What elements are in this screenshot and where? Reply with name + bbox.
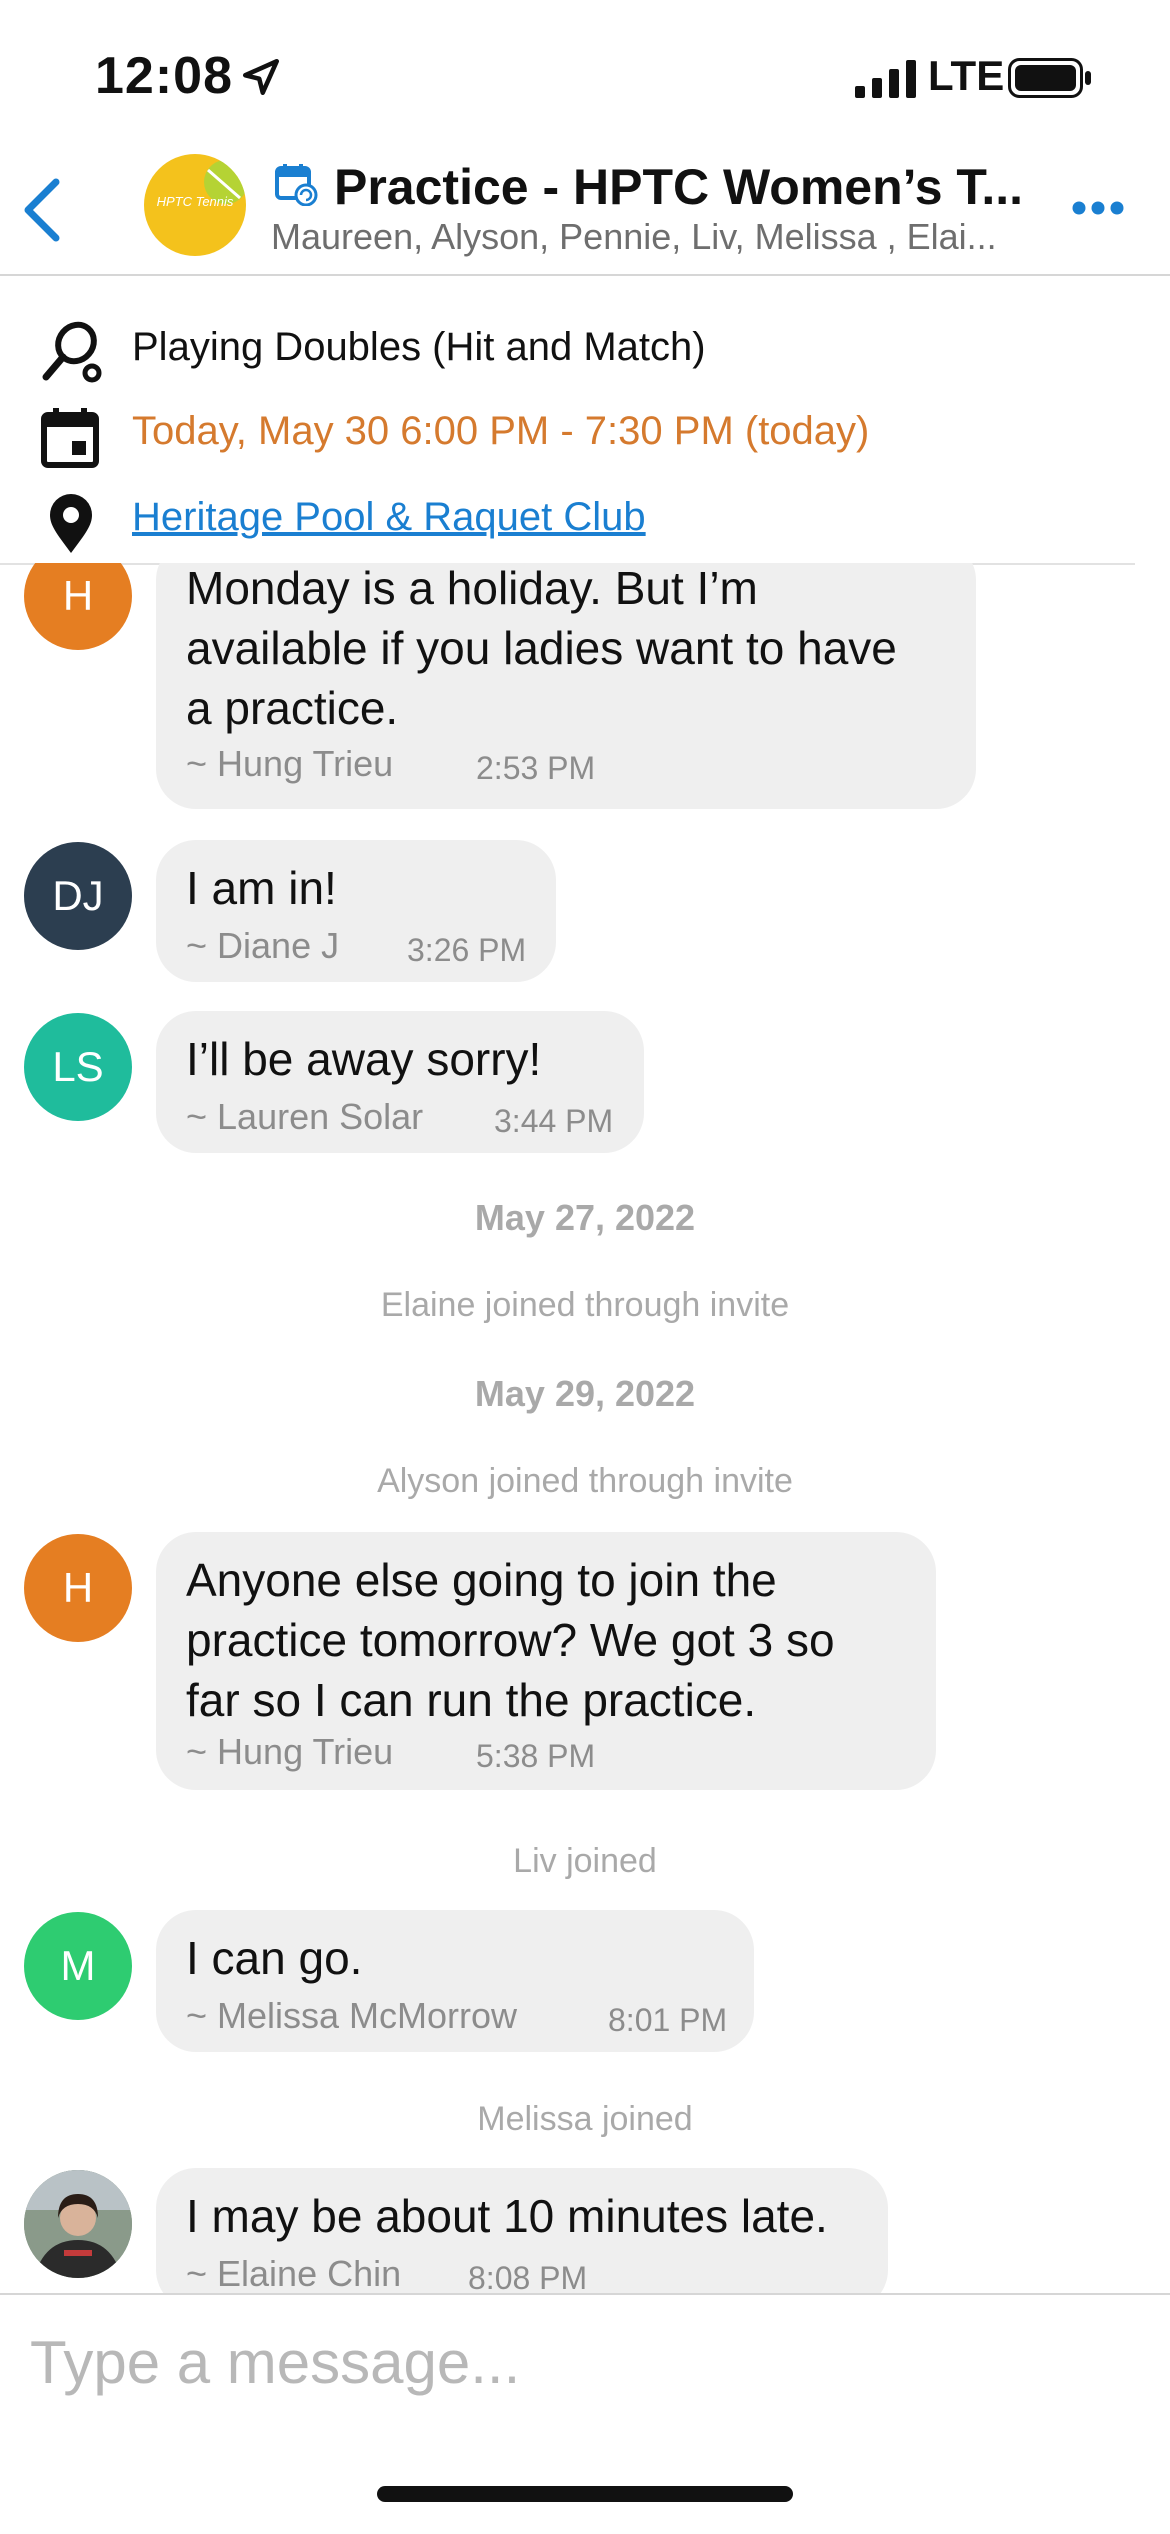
date-separator: May 27, 2022 [474,1197,696,1238]
system-message: Liv joined [513,1842,657,1880]
back-chevron-icon[interactable] [16,170,72,250]
chat-title[interactable]: Practice - HPTC Women’s T... [334,158,1023,216]
message-text: Anyone else going to join the practice t… [186,1550,835,1730]
message-line: I am in! [186,862,337,914]
message-line: Monday is a holiday. But I’m [186,563,758,614]
message-bubble[interactable]: I am in! ~ Diane J 3:26 PM [156,840,556,982]
status-bar: 12:08 LTE [0,0,1170,150]
avatar-initials: H [62,1564,94,1611]
message-line: far so I can run the practice. [186,1674,757,1726]
event-activity: Playing Doubles (Hit and Match) [132,325,706,369]
message-time: 8:01 PM [608,2002,728,2038]
message-text: I am in! [186,858,337,918]
message-sender: ~ Melissa McMorrow [186,1995,518,2036]
message-sender: ~ Diane J [186,925,340,966]
system-message: Alyson joined through invite [377,1462,793,1500]
date-separator: May 29, 2022 [474,1373,696,1414]
avatar-initials: M [60,1942,96,1989]
home-indicator[interactable] [377,2486,793,2502]
message-bubble[interactable]: Monday is a holiday. But I’m available i… [156,563,976,809]
message-time: 3:44 PM [494,1103,614,1139]
tennis-racket-icon [42,321,102,383]
event-activity-row: Playing Doubles (Hit and Match) [0,309,1135,389]
message-sender: ~ Lauren Solar [186,1096,424,1137]
message-line: I can go. [186,1932,363,1984]
message-list[interactable]: H Monday is a holiday. But I’m available… [0,563,1170,2293]
battery-icon [1008,58,1091,98]
cellular-signal-icon [855,60,916,98]
chat-members[interactable]: Maureen, Alyson, Pennie, Liv, Melissa , … [271,216,997,258]
message-input[interactable]: Type a message... [30,2323,1130,2403]
avatar-initials: DJ [52,872,104,919]
location-arrow-icon [242,58,280,96]
message-sender: ~ Elaine Chin [186,2253,402,2293]
avatar[interactable]: DJ [24,842,132,950]
avatar-initials: H [62,572,94,619]
event-info-panel: Playing Doubles (Hit and Match) Today, M… [0,276,1135,565]
message-line: I’ll be away sorry! [186,1033,542,1085]
group-avatar[interactable]: HPTC Tennis [144,154,246,256]
chat-header: HPTC Tennis Practice - HPTC Women’s T...… [0,140,1170,276]
group-avatar-label: HPTC Tennis [156,194,234,209]
message-line: available if you ladies want to have [186,622,897,674]
calendar-sync-icon [275,164,318,206]
avatar[interactable]: H [24,1534,132,1642]
avatar-initials: LS [52,1043,104,1090]
calendar-icon [41,408,99,468]
location-pin-icon [50,494,92,553]
avatar[interactable]: M [24,1912,132,2020]
message-line: I may be about 10 minutes late. [186,2190,828,2242]
message-bubble[interactable]: I can go. ~ Melissa McMorrow 8:01 PM [156,1910,754,2052]
message-time: 3:26 PM [407,932,527,968]
system-message: Elaine joined through invite [380,1286,790,1324]
avatar[interactable]: LS [24,1013,132,1121]
avatar[interactable]: H [24,563,132,650]
network-label: LTE [928,52,1005,99]
event-datetime: Today, May 30 6:00 PM - 7:30 PM (today) [132,409,870,453]
message-line: practice tomorrow? We got 3 so [186,1614,835,1666]
message-text: I’ll be away sorry! [186,1029,541,1089]
message-time: 8:08 PM [468,2260,588,2293]
message-bubble[interactable]: I’ll be away sorry! ~ Lauren Solar 3:44 … [156,1011,644,1153]
system-message: Melissa joined [477,2100,693,2138]
event-date-row: Today, May 30 6:00 PM - 7:30 PM (today) [0,393,1135,473]
event-location-row[interactable]: Heritage Pool & Raquet Club [0,479,1135,559]
user-photo [24,2170,132,2278]
more-options-icon[interactable] [1070,196,1126,220]
avatar[interactable] [24,2170,132,2278]
message-text: I may be about 10 minutes late. [186,2186,828,2246]
message-time: 2:53 PM [476,750,596,786]
message-time: 5:38 PM [476,1738,596,1774]
message-bubble[interactable]: Anyone else going to join the practice t… [156,1532,936,1790]
message-bubble[interactable]: I may be about 10 minutes late. ~ Elaine… [156,2168,888,2293]
message-line: a practice. [186,682,399,734]
message-text: Monday is a holiday. But I’m available i… [186,563,897,738]
status-time: 12:08 [95,47,233,105]
message-sender: ~ Hung Trieu [186,1731,394,1772]
message-line: Anyone else going to join the [186,1554,777,1606]
message-sender: ~ Hung Trieu [186,743,394,784]
message-text: I can go. [186,1928,362,1988]
event-location-link[interactable]: Heritage Pool & Raquet Club [132,495,646,540]
